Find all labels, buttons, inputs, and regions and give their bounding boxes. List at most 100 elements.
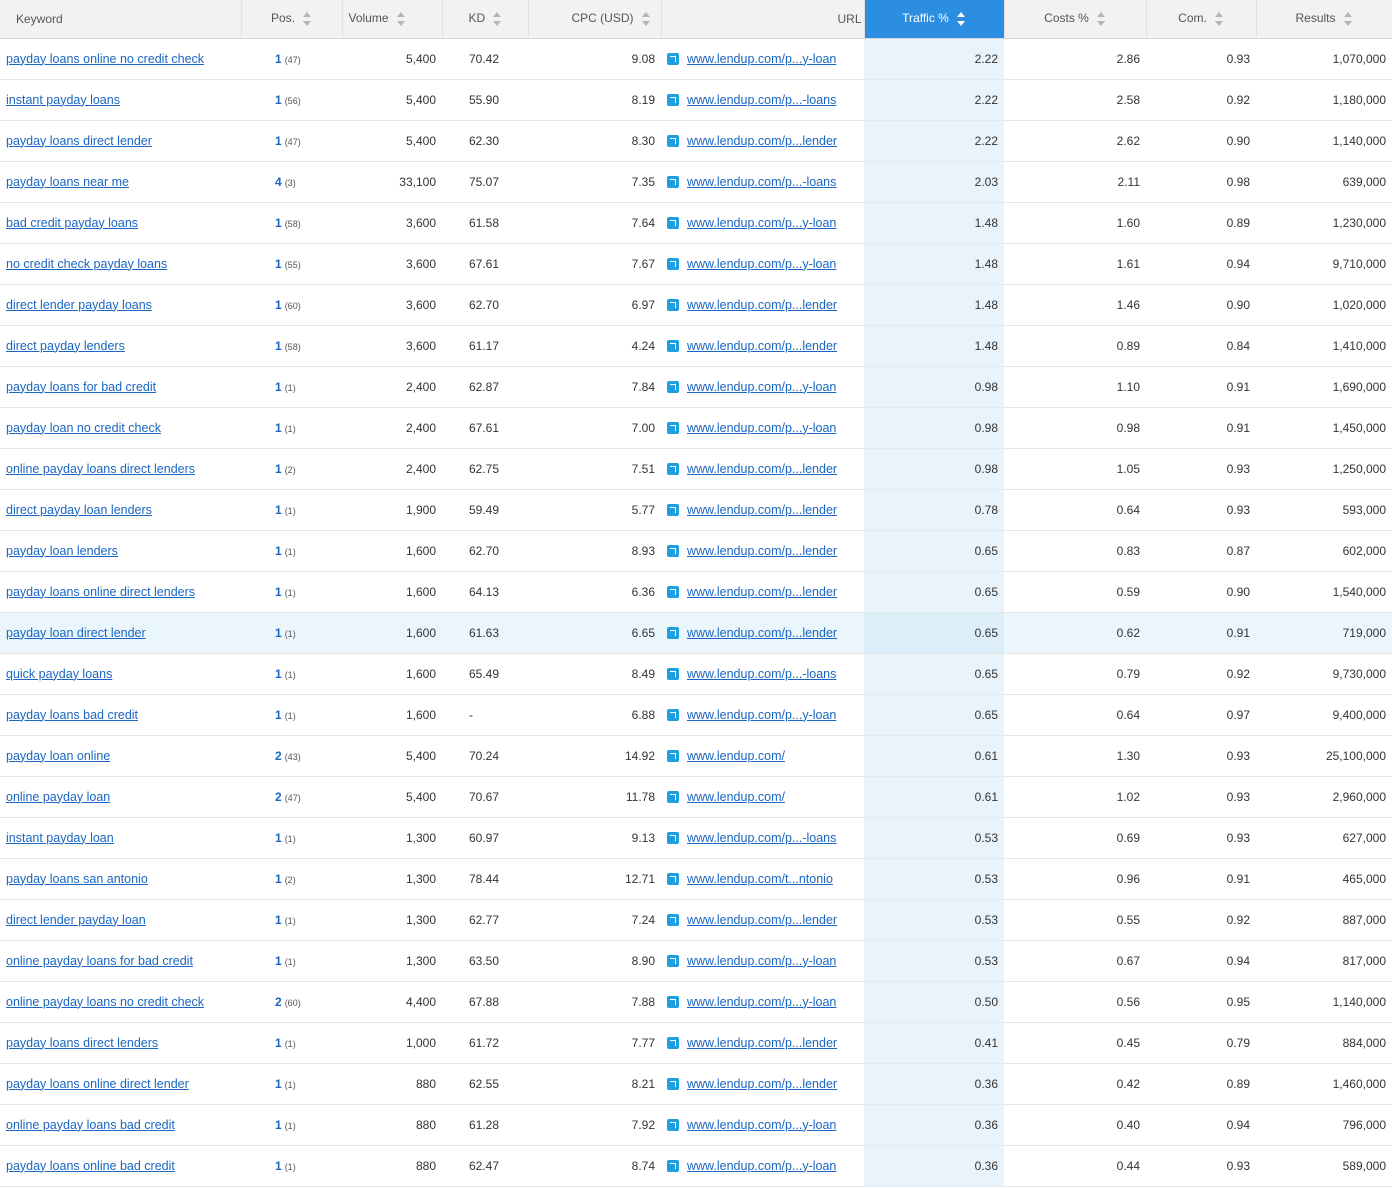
url-link[interactable]: www.lendup.com/p...y-loan [687,995,836,1009]
keyword-link[interactable]: instant payday loan [6,831,114,845]
keyword-link[interactable]: payday loans san antonio [6,872,148,886]
external-link-icon[interactable] [667,52,679,65]
external-link-icon[interactable] [667,462,679,475]
url-link[interactable]: www.lendup.com/p...lender [687,1036,837,1050]
url-link[interactable]: www.lendup.com/p...y-loan [687,257,836,271]
keyword-link[interactable]: payday loan direct lender [6,626,146,640]
url-link[interactable]: www.lendup.com/p...y-loan [687,421,836,435]
column-header-url[interactable]: URL [661,0,865,39]
keyword-link[interactable]: payday loans direct lenders [6,1036,158,1050]
external-link-icon[interactable] [667,667,679,680]
keyword-link[interactable]: online payday loans no credit check [6,995,204,1009]
column-header-volume[interactable]: Volume [342,0,443,39]
keyword-link[interactable]: payday loans direct lender [6,134,152,148]
column-header-costs[interactable]: Costs % [1004,0,1147,39]
url-link[interactable]: www.lendup.com/p...-loans [687,175,836,189]
keyword-link[interactable]: online payday loan [6,790,110,804]
external-link-icon[interactable] [667,380,679,393]
external-link-icon[interactable] [667,421,679,434]
column-header-pos[interactable]: Pos. [241,0,343,39]
keyword-link[interactable]: payday loans for bad credit [6,380,156,394]
external-link-icon[interactable] [667,585,679,598]
url-link[interactable]: www.lendup.com/p...lender [687,585,837,599]
url-link[interactable]: www.lendup.com/p...y-loan [687,1118,836,1132]
keyword-link[interactable]: payday loans online no credit check [6,52,204,66]
column-header-com[interactable]: Com. [1146,0,1257,39]
external-link-icon[interactable] [667,708,679,721]
url-link[interactable]: www.lendup.com/ [687,749,785,763]
keyword-link[interactable]: payday loans online bad credit [6,1159,175,1173]
url-link[interactable]: www.lendup.com/p...y-loan [687,216,836,230]
url-link[interactable]: www.lendup.com/p...y-loan [687,708,836,722]
keyword-link[interactable]: payday loans near me [6,175,129,189]
keyword-link[interactable]: payday loan lenders [6,544,118,558]
keyword-link[interactable]: instant payday loans [6,93,120,107]
external-link-icon[interactable] [667,1036,679,1049]
url-link[interactable]: www.lendup.com/p...lender [687,298,837,312]
url-link[interactable]: www.lendup.com/p...lender [687,544,837,558]
url-link[interactable]: www.lendup.com/p...lender [687,913,837,927]
keyword-link[interactable]: online payday loans bad credit [6,1118,175,1132]
keyword-link[interactable]: quick payday loans [6,667,112,681]
keyword-link[interactable]: payday loan no credit check [6,421,161,435]
external-link-icon[interactable] [667,995,679,1008]
column-header-kd[interactable]: KD [442,0,529,39]
url-link[interactable]: www.lendup.com/p...lender [687,134,837,148]
keyword-link[interactable]: no credit check payday loans [6,257,167,271]
competition-cell: 0.93 [1146,817,1256,859]
url-link[interactable]: www.lendup.com/p...lender [687,503,837,517]
external-link-icon[interactable] [667,831,679,844]
column-header-keyword[interactable]: Keyword [0,0,242,39]
url-link[interactable]: www.lendup.com/p...lender [687,462,837,476]
url-link[interactable]: www.lendup.com/p...y-loan [687,954,836,968]
external-link-icon[interactable] [667,1118,679,1131]
keyword-link[interactable]: direct payday lenders [6,339,125,353]
url-link[interactable]: www.lendup.com/t...ntonio [687,872,833,886]
url-link[interactable]: www.lendup.com/p...y-loan [687,380,836,394]
external-link-icon[interactable] [667,544,679,557]
external-link-icon[interactable] [667,954,679,967]
url-link[interactable]: www.lendup.com/ [687,790,785,804]
keyword-link[interactable]: direct lender payday loans [6,298,152,312]
external-link-icon[interactable] [667,503,679,516]
url-link[interactable]: www.lendup.com/p...lender [687,1077,837,1091]
column-header-cpc[interactable]: CPC (USD) [528,0,662,39]
keyword-link[interactable]: direct payday loan lenders [6,503,152,517]
keyword-link[interactable]: direct lender payday loan [6,913,146,927]
competition-cell: 0.97 [1146,694,1256,736]
external-link-icon[interactable] [667,913,679,926]
position-value: 1 [275,707,282,722]
keyword-link[interactable]: bad credit payday loans [6,216,138,230]
keyword-link[interactable]: online payday loans direct lenders [6,462,195,476]
external-link-icon[interactable] [667,93,679,106]
keyword-link[interactable]: payday loan online [6,749,110,763]
external-link-icon[interactable] [667,216,679,229]
url-link[interactable]: www.lendup.com/p...-loans [687,831,836,845]
external-link-icon[interactable] [667,339,679,352]
external-link-icon[interactable] [667,175,679,188]
external-link-icon[interactable] [667,1077,679,1090]
costs-cell: 2.86 [1004,38,1146,80]
keyword-link[interactable]: payday loans online direct lenders [6,585,195,599]
external-link-icon[interactable] [667,1159,679,1172]
url-link[interactable]: www.lendup.com/p...y-loan [687,52,836,66]
column-header-traffic[interactable]: Traffic % [864,0,1005,39]
keyword-link[interactable]: payday loans online direct lender [6,1077,189,1091]
url-link[interactable]: www.lendup.com/p...lender [687,339,837,353]
external-link-icon[interactable] [667,134,679,147]
cpc-cell: 7.51 [528,448,661,490]
external-link-icon[interactable] [667,749,679,762]
external-link-icon[interactable] [667,872,679,885]
external-link-icon[interactable] [667,298,679,311]
column-header-results[interactable]: Results [1256,0,1392,39]
url-link[interactable]: www.lendup.com/p...-loans [687,93,836,107]
external-link-icon[interactable] [667,790,679,803]
url-link[interactable]: www.lendup.com/p...lender [687,626,837,640]
table-row: bad credit payday loans 1 (58) 3,600 61.5… [0,202,1392,244]
external-link-icon[interactable] [667,257,679,270]
keyword-link[interactable]: payday loans bad credit [6,708,138,722]
url-link[interactable]: www.lendup.com/p...y-loan [687,1159,836,1173]
external-link-icon[interactable] [667,626,679,639]
url-link[interactable]: www.lendup.com/p...-loans [687,667,836,681]
keyword-link[interactable]: online payday loans for bad credit [6,954,193,968]
